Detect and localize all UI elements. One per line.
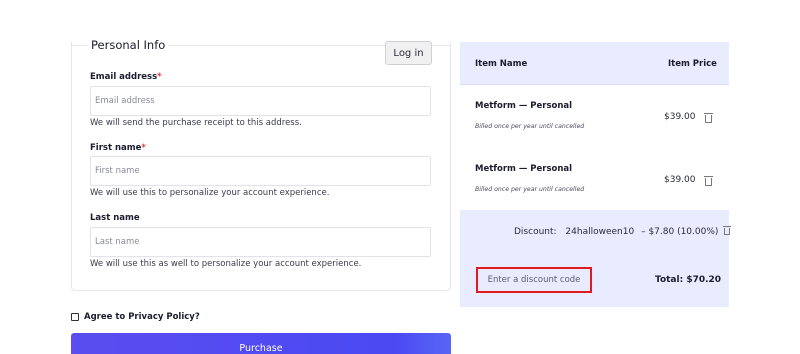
item-price: $39.00 — [664, 175, 696, 185]
first-name-label: First name* — [90, 143, 146, 153]
last-name-label: Last name — [90, 213, 140, 223]
cart-summary: Item Name Item Price Metform — Personal … — [460, 42, 732, 307]
email-label: Email address* — [90, 72, 162, 82]
first-name-field[interactable]: First name — [90, 156, 431, 186]
cart-total: Total: $70.20 — [655, 275, 722, 285]
last-name-field[interactable]: Last name — [90, 227, 431, 257]
login-button[interactable]: Log in — [385, 41, 432, 65]
discount-label: Discount: — [514, 227, 557, 237]
cart-header: Item Name Item Price — [460, 42, 729, 85]
panel-border-left — [71, 45, 87, 46]
item-billing-note: Billed once per year until cancelled — [475, 186, 585, 193]
personal-info-title: Personal Info — [88, 38, 169, 52]
discount-code-input[interactable]: Enter a discount code — [476, 267, 592, 293]
item-name: Metform — Personal — [475, 101, 573, 111]
column-item-name: Item Name — [475, 59, 528, 69]
cart-items: Metform — Personal Billed once per year … — [460, 85, 729, 210]
discount-code: 24halloween10 — [565, 227, 635, 237]
first-name-help: We will use this to personalize your acc… — [90, 188, 330, 198]
trash-icon[interactable] — [723, 226, 732, 235]
privacy-label[interactable]: Agree to Privacy Policy? — [84, 312, 200, 322]
item-price: $39.00 — [664, 112, 696, 122]
purchase-button[interactable]: Purchase — [71, 333, 451, 354]
required-mark: * — [157, 72, 162, 82]
email-field[interactable]: Email address — [90, 86, 431, 116]
email-help: We will send the purchase receipt to thi… — [90, 118, 302, 128]
trash-icon[interactable] — [704, 176, 713, 186]
item-name: Metform — Personal — [475, 164, 573, 174]
item-billing-note: Billed once per year until cancelled — [475, 123, 585, 130]
trash-icon[interactable] — [704, 113, 713, 123]
privacy-agree[interactable]: Agree to Privacy Policy? — [71, 312, 200, 322]
privacy-checkbox[interactable] — [71, 313, 79, 321]
last-name-help: We will use this as well to personalize … — [90, 259, 362, 269]
column-item-price: Item Price — [668, 59, 717, 69]
discount-line: Discount: 24halloween10 – $7.80 (10.00%) — [514, 226, 732, 237]
discount-amount: – $7.80 (10.00%) — [641, 227, 719, 237]
required-mark: * — [141, 143, 146, 153]
